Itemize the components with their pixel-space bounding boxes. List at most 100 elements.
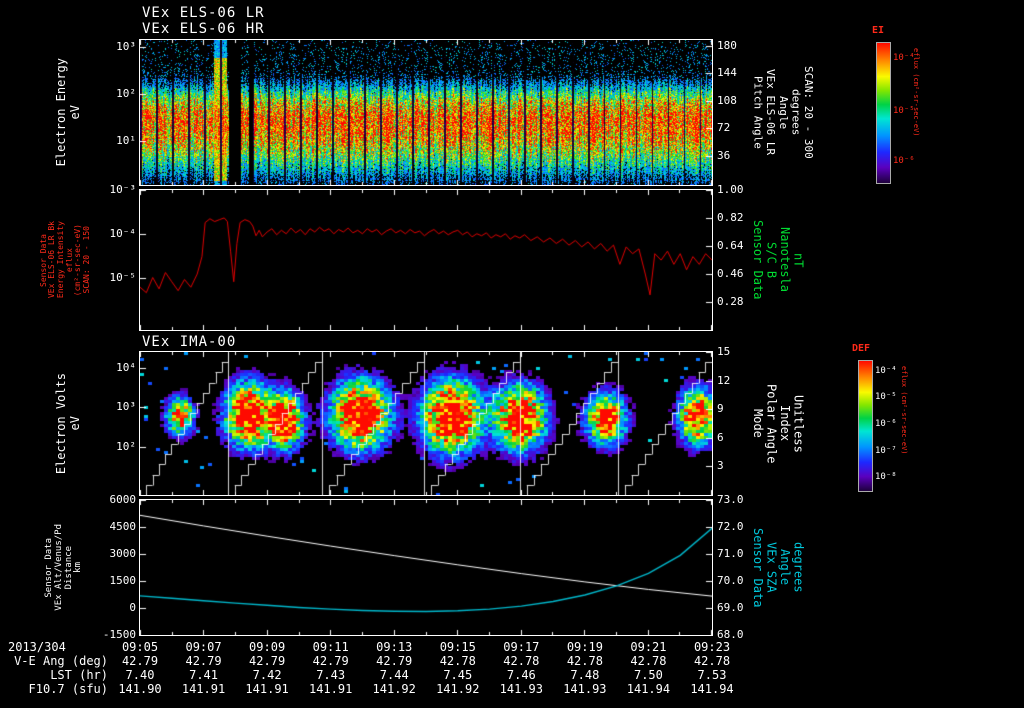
table-value: 141.90: [118, 682, 162, 696]
table-value: 42.79: [376, 654, 413, 668]
time-tick-label: 09:23: [693, 640, 731, 654]
scb-y2label: Sensor Data S/C B Nanotesla nT: [746, 190, 810, 330]
colorbar-tick-label: 10⁻⁴: [875, 365, 897, 376]
y-tick-label: 10¹: [116, 134, 136, 148]
y-tick-label: 10²: [116, 86, 136, 100]
panel-ima-spectrogram: [139, 351, 713, 496]
colorbar-def: [858, 360, 873, 492]
table-value: 141.93: [499, 682, 543, 696]
table-value: 42.79: [185, 654, 222, 668]
table-value: 42.79: [121, 654, 159, 668]
table-value: 7.42: [252, 668, 282, 682]
table-value: 42.78: [693, 654, 731, 668]
sza-y2label: Sensor Data VEx SZA Angle degrees: [746, 500, 810, 635]
ima-volts-ylabel-line2: eV: [67, 416, 82, 431]
panel-alt-sza: [139, 499, 713, 636]
y-tick-label: 10³: [116, 400, 136, 414]
colorbar-tick-label: 10⁻⁶: [893, 156, 915, 167]
sza-y2label-line3: Angle: [778, 549, 793, 586]
y2-tick-label: 144: [717, 66, 737, 80]
date-label: 2013/304: [8, 640, 66, 654]
els-intensity-ylabel-line6: SCAN: 20 - 150: [81, 226, 91, 294]
time-tick-label: 09:21: [630, 640, 667, 654]
panel3-title: VEx IMA-00: [142, 334, 237, 350]
els-intensity-ylabel: Sensor Data VEx ELS-06 LR Bk Energy Inte…: [36, 190, 94, 330]
table-value: 42.78: [439, 654, 476, 668]
colorbar-tick-label: 10⁻⁷: [875, 445, 897, 456]
table-value: 7.43: [316, 668, 346, 682]
mode-y2label: Mode Polar Angle Index Unitless: [746, 352, 810, 495]
els-intensity-ylabel-line2: VEx ELS-06 LR Bk: [47, 221, 57, 299]
pitch-angle-y2label: Pitch Angle VEx ELS-06 LR Angle degrees …: [744, 40, 822, 185]
els-intensity-ylabel-line4: eflux: [64, 247, 74, 273]
y2-tick-label: 71.0: [717, 547, 744, 560]
altitude-ylabel-line4: km: [73, 562, 84, 573]
els-intensity-ylabel-line5: (cm²-sr-sec-eV): [73, 223, 83, 297]
table-value: 7.44: [379, 668, 409, 682]
scb-y2label-line1: Sensor Data: [750, 220, 765, 300]
table-row-label-veang: V-E Ang (deg): [14, 654, 108, 668]
table-row-label-lst: LST (hr): [50, 668, 108, 682]
altitude-ylabel-line2: VEx Alt/Venus/Pd: [53, 524, 64, 611]
altitude-ylabel: Sensor Data VEx Alt/Venus/Pd Distance km: [38, 500, 90, 635]
time-tick-label: 09:11: [312, 640, 349, 654]
mode-y2label-line4: Unitless: [791, 394, 806, 453]
table-value: 7.46: [506, 668, 536, 682]
ima-volts-ylabel-line1: Electron Volts: [53, 372, 68, 475]
table-value: 7.45: [443, 668, 473, 682]
table-value: 42.78: [566, 654, 603, 668]
colorbar-ei: [876, 42, 891, 184]
table-value: 141.92: [372, 682, 416, 696]
pitch-angle-y2label-line5: SCAN: 20 - 300: [801, 66, 815, 159]
els-intensity-ylabel-line3: Energy Intensity: [55, 221, 65, 299]
mode-y2label-line3: Index: [778, 405, 793, 442]
y2-tick-label: 0.82: [717, 211, 744, 224]
y-tick-label: 10⁻³: [109, 183, 137, 196]
table-value: 141.91: [245, 682, 289, 696]
y-tick-label: 10⁻⁴: [109, 226, 137, 240]
table-value: 7.50: [633, 668, 663, 682]
panel1-title-line1: VEx ELS-06 LR: [142, 5, 265, 21]
table-value: 7.40: [125, 668, 155, 682]
mode-y2label-line2: Polar Angle: [764, 383, 779, 464]
y-tick-label: 10²: [116, 439, 136, 453]
table-value: 7.53: [697, 668, 727, 682]
time-tick-label: 09:15: [439, 640, 476, 654]
scb-y2label-line3: Nanotesla: [778, 227, 793, 293]
y2-tick-label: 6: [717, 430, 724, 444]
alt-sza-canvas: [140, 500, 712, 635]
table-value: 141.91: [181, 682, 226, 696]
sza-y2label-line4: degrees: [791, 542, 806, 593]
pitch-angle-y2label-line1: Pitch Angle: [751, 76, 765, 149]
pitch-angle-y2label-line4: degrees: [789, 89, 803, 136]
table-value: 7.41: [189, 668, 218, 682]
y2-tick-label: 0.64: [717, 239, 744, 252]
y2-tick-label: 36: [717, 149, 731, 162]
y2-tick-label: 3: [717, 459, 724, 473]
els-energy-ylabel-line1: Electron Energy: [53, 58, 68, 167]
y2-tick-label: 70.0: [717, 574, 744, 587]
y-tick-label: 0: [129, 601, 136, 614]
table-row-label-f107: F10.7 (sfu): [28, 682, 108, 696]
altitude-ylabel-line1: Sensor Data: [44, 537, 55, 598]
y2-tick-label: 72: [717, 121, 731, 135]
y2-tick-label: 15: [717, 345, 731, 358]
y2-tick-label: 0.46: [717, 267, 744, 280]
els-intensity-canvas: [140, 190, 712, 330]
summary-plot-page: VEx ELS-06 LR VEx ELS-06 HR VEx IMA-00 E…: [0, 0, 1024, 708]
table-value: 141.94: [626, 682, 671, 696]
scb-y2label-line2: S/C B: [764, 241, 779, 279]
colorbar-def-units: eflux (cm²-sr-sec-eV): [900, 366, 908, 455]
ima-spectrogram-canvas: [140, 352, 712, 495]
y-tick-label: 10⁻⁵: [109, 270, 137, 284]
table-value: 42.78: [503, 654, 540, 668]
table-value: 7.48: [570, 668, 600, 682]
colorbar-tick-label: 10⁻⁸: [875, 472, 897, 483]
colorbar-def-title: DEF: [852, 343, 871, 354]
time-tick-label: 09:05: [121, 640, 159, 654]
time-tick-label: 09:07: [185, 640, 222, 654]
colorbar-tick-label: 10⁻⁶: [875, 419, 897, 429]
y-tick-label: 3000: [109, 547, 137, 560]
scb-y2label-line4: nT: [791, 252, 806, 268]
table-value: 42.78: [630, 654, 667, 668]
